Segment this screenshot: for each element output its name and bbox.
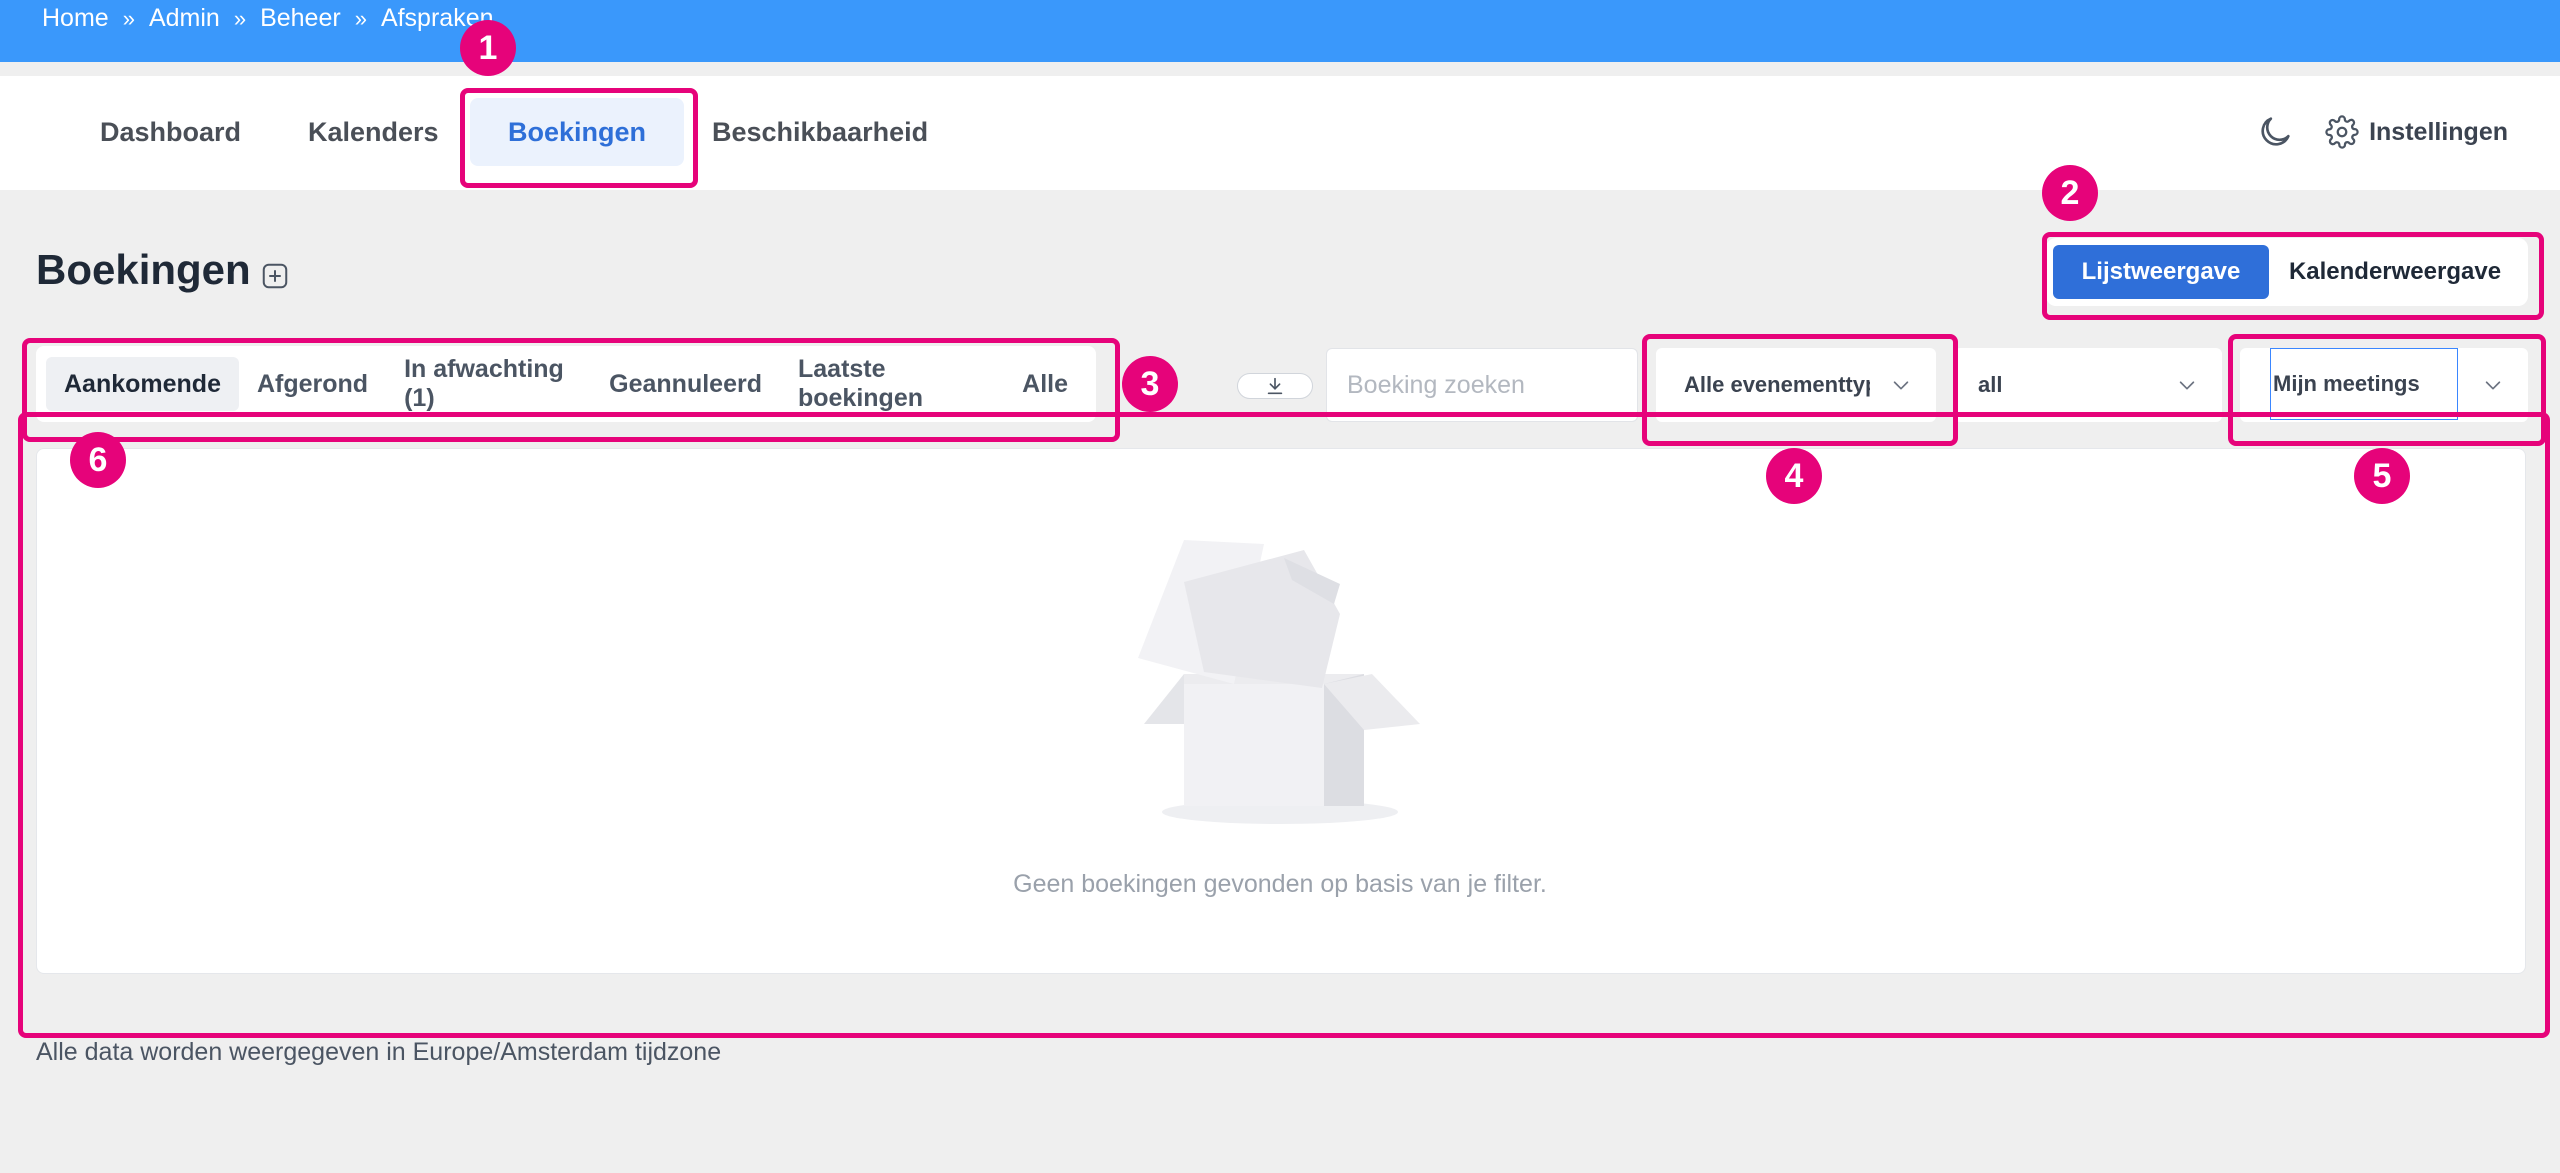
settings-button[interactable]: Instellingen	[2325, 115, 2508, 149]
annotation-marker-2: 2	[2042, 165, 2098, 221]
download-icon	[1267, 377, 1283, 395]
breadcrumb: Home » Admin » Beheer » Afspraken	[42, 4, 494, 33]
annotation-marker-4: 4	[1766, 448, 1822, 504]
annotation-marker-1: 1	[460, 20, 516, 76]
tab-kalenders[interactable]: Kalenders	[270, 98, 477, 166]
gear-icon	[2325, 115, 2359, 149]
annotation-marker-6: 6	[70, 432, 126, 488]
annotation-box-2	[2042, 232, 2544, 320]
timezone-note: Alle data worden weergegeven in Europe/A…	[36, 1038, 722, 1066]
annotation-marker-3: 3	[1122, 356, 1178, 412]
booking-search	[1326, 348, 1695, 422]
status-select[interactable]: all	[1954, 348, 2222, 422]
annotation-marker-5: 5	[2354, 448, 2410, 504]
breadcrumb-home[interactable]: Home	[42, 4, 109, 33]
top-bar: Home » Admin » Beheer » Afspraken	[0, 0, 2560, 62]
annotation-box-6	[18, 412, 2550, 1038]
breadcrumb-admin[interactable]: Admin	[149, 4, 220, 33]
breadcrumb-beheer[interactable]: Beheer	[260, 4, 341, 33]
settings-label: Instellingen	[2369, 117, 2508, 146]
moon-icon[interactable]	[2255, 112, 2295, 152]
tab-dashboard[interactable]: Dashboard	[62, 98, 279, 166]
annotation-box-1	[460, 88, 698, 188]
status-value: all	[1978, 372, 2003, 397]
breadcrumb-separator: »	[122, 5, 135, 31]
nav-right-controls: Instellingen	[2255, 112, 2508, 152]
breadcrumb-separator: »	[233, 5, 247, 31]
main-navbar: Dashboard Kalenders Boekingen Beschikbaa…	[0, 76, 2560, 190]
page-title: Boekingen	[36, 246, 251, 293]
tab-beschikbaarheid[interactable]: Beschikbaarheid	[674, 98, 966, 166]
export-button[interactable]	[1237, 373, 1313, 399]
chevron-down-icon	[2179, 381, 2195, 390]
breadcrumb-separator: »	[354, 5, 367, 31]
search-input[interactable]	[1327, 349, 1669, 421]
add-booking-icon[interactable]	[260, 261, 290, 291]
